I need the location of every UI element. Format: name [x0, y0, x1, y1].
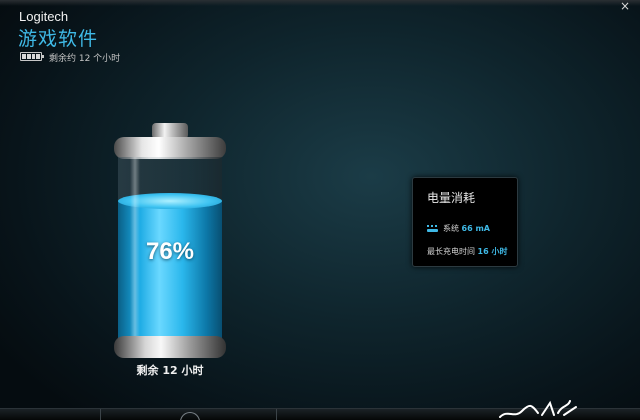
system-label: 系统	[443, 224, 459, 233]
battery-remaining-time: 剩余 12 小时	[136, 364, 204, 377]
bottom-toolbar	[0, 400, 640, 420]
max-charge-row: 最长充电时间 16 小时	[427, 246, 507, 257]
battery-icon	[20, 52, 44, 61]
max-charge-label: 最长充电时间	[427, 247, 475, 256]
close-icon[interactable]: ×	[619, 0, 631, 12]
watermark-signature	[499, 400, 577, 418]
battery-status-text: 剩余约 12 个小时	[49, 54, 121, 64]
power-consumption-panel: 电量消耗 系统 66 mA 最长充电时间 16 小时	[412, 177, 518, 267]
app-title: 游戏软件	[18, 28, 99, 50]
battery-top-cap	[114, 137, 226, 159]
system-consumption-row: 系统 66 mA	[427, 223, 490, 234]
logitech-gaming-software-window: × Logitech 游戏软件 剩余约 12 个小时 76% 剩余 12 小时 …	[0, 0, 640, 420]
battery-bottom-cap	[114, 336, 226, 358]
toolbar-icon[interactable]	[180, 412, 200, 420]
brand-logo-text: Logitech	[19, 9, 69, 24]
battery-percent: 76%	[145, 238, 195, 265]
system-value: 66 mA	[461, 224, 490, 233]
panel-title: 电量消耗	[427, 191, 476, 205]
battery-gauge: 76%	[108, 120, 232, 360]
toolbar-divider	[276, 409, 277, 420]
max-charge-value: 16 小时	[477, 247, 508, 256]
usb-device-icon	[427, 225, 439, 232]
toolbar-divider	[100, 409, 101, 420]
